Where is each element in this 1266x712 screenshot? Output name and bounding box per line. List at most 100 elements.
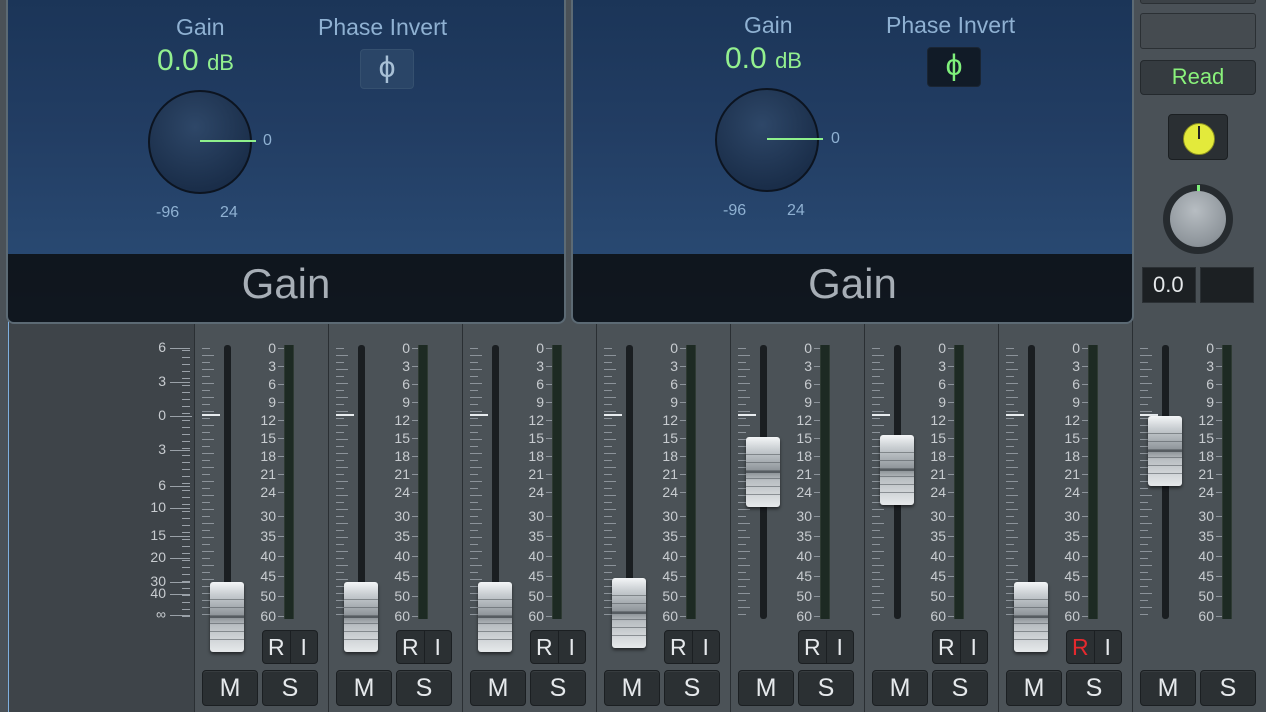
fader-tick [470, 600, 478, 601]
fader-tick [1006, 362, 1014, 363]
volume-fader[interactable] [746, 436, 780, 507]
fader-tick [1140, 411, 1152, 412]
fader-tick [604, 614, 612, 615]
fader-tick [1140, 397, 1152, 398]
gain-knob[interactable] [715, 88, 823, 192]
fader-tick [470, 355, 482, 356]
input-monitor-button[interactable]: I [289, 631, 318, 663]
fader-track[interactable] [358, 345, 365, 619]
mute-button[interactable]: M [336, 670, 392, 706]
meter-scale-label: 15 [1064, 430, 1080, 446]
record-enable-button[interactable]: R [531, 631, 558, 663]
mute-button[interactable]: M [202, 670, 258, 706]
record-enable-button[interactable]: R [397, 631, 424, 663]
meter-scale-label: 15 [394, 430, 410, 446]
gain-value[interactable]: 0.0 dB [157, 44, 234, 78]
fader-tick [336, 397, 348, 398]
plugin-title-bar[interactable]: Gain [573, 254, 1132, 322]
mute-button[interactable]: M [872, 670, 928, 706]
plugin-title-bar[interactable]: Gain [8, 254, 564, 322]
phase-invert-button[interactable]: ϕ [360, 49, 414, 89]
master-power-button[interactable] [1168, 114, 1228, 160]
meter-scale-label: 6 [1072, 376, 1080, 392]
gain-knob[interactable] [148, 90, 256, 194]
master-mute-button[interactable]: M [1140, 670, 1196, 706]
meter-scale-label: 3 [1072, 358, 1080, 374]
fader-track[interactable] [224, 345, 231, 619]
automation-mode-button[interactable]: Read [1140, 60, 1256, 95]
fader-tick [470, 460, 478, 461]
meter-scale-label: 50 [1064, 588, 1080, 604]
volume-fader[interactable] [1014, 582, 1048, 652]
mute-button[interactable]: M [738, 670, 794, 706]
fader-tick [738, 516, 746, 517]
fader-track[interactable] [1028, 345, 1035, 619]
fader-tick [872, 418, 880, 419]
volume-fader[interactable] [880, 434, 914, 505]
fader-tick [738, 537, 750, 538]
solo-button[interactable]: S [932, 670, 988, 706]
fader-tick [336, 488, 344, 489]
master-solo-button[interactable]: S [1200, 670, 1256, 706]
input-monitor-button[interactable]: I [691, 631, 720, 663]
gain-plugin-window-2[interactable]: Gain 0.0 dB 0 -96 24 Phase Invert ϕ Gain [571, 0, 1134, 324]
meter-scale-label: 9 [1072, 394, 1080, 410]
fader-tick [1140, 558, 1148, 559]
solo-button[interactable]: S [262, 670, 318, 706]
fader-tick [604, 411, 616, 412]
volume-fader[interactable] [344, 582, 378, 652]
mute-button[interactable]: M [1006, 670, 1062, 706]
meter-scale-label: 24 [796, 484, 812, 500]
record-input-buttons: RI [664, 630, 720, 664]
fader-tick [872, 362, 880, 363]
unity-marker [604, 414, 622, 416]
fader-tick [470, 418, 478, 419]
meter-scale-label: 0 [536, 340, 544, 356]
fader-scale-minor-tick [182, 595, 190, 596]
mute-button[interactable]: M [470, 670, 526, 706]
fader-tick [872, 460, 880, 461]
fader-tick [336, 376, 344, 377]
gain-knob-indicator [767, 138, 823, 140]
gain-plugin-window-1[interactable]: Gain 0.0 dB 0 -96 24 Phase Invert ϕ Gain [6, 0, 566, 324]
gain-scale-max: 24 [220, 204, 238, 221]
volume-fader[interactable] [612, 577, 646, 648]
fader-tick [1140, 502, 1148, 503]
master-pan-knob[interactable] [1163, 184, 1233, 254]
meter-scale-label: 9 [938, 394, 946, 410]
fader-tick [336, 509, 348, 510]
solo-button[interactable]: S [664, 670, 720, 706]
record-enable-button[interactable]: R [933, 631, 960, 663]
fader-scale-minor-tick [182, 371, 190, 372]
fader-tick [604, 446, 612, 447]
meter-scale-label: 6 [402, 376, 410, 392]
record-enable-button[interactable]: R [1067, 631, 1094, 663]
solo-button[interactable]: S [530, 670, 586, 706]
master-slot-top[interactable] [1140, 0, 1256, 4]
master-peak-value[interactable] [1200, 267, 1254, 303]
solo-button[interactable]: S [798, 670, 854, 706]
fader-scale-minor-tick [182, 350, 190, 351]
solo-button[interactable]: S [1066, 670, 1122, 706]
phase-invert-button[interactable]: ϕ [927, 47, 981, 87]
input-monitor-button[interactable]: I [1093, 631, 1122, 663]
input-monitor-button[interactable]: I [557, 631, 586, 663]
mute-button[interactable]: M [604, 670, 660, 706]
fader-tick [1140, 537, 1152, 538]
input-monitor-button[interactable]: I [825, 631, 854, 663]
fader-tick [202, 523, 214, 524]
volume-fader[interactable] [210, 582, 244, 652]
record-enable-button[interactable]: R [665, 631, 692, 663]
volume-fader[interactable] [1148, 416, 1182, 487]
record-enable-button[interactable]: R [799, 631, 826, 663]
input-monitor-button[interactable]: I [959, 631, 988, 663]
input-monitor-button[interactable]: I [423, 631, 452, 663]
master-slot-empty[interactable] [1140, 13, 1256, 49]
record-enable-button[interactable]: R [263, 631, 290, 663]
master-volume-value[interactable]: 0.0 [1142, 267, 1196, 303]
fader-tick [872, 509, 884, 510]
solo-button[interactable]: S [396, 670, 452, 706]
volume-fader[interactable] [478, 582, 512, 652]
gain-value[interactable]: 0.0 dB [725, 42, 802, 76]
fader-track[interactable] [492, 345, 499, 619]
